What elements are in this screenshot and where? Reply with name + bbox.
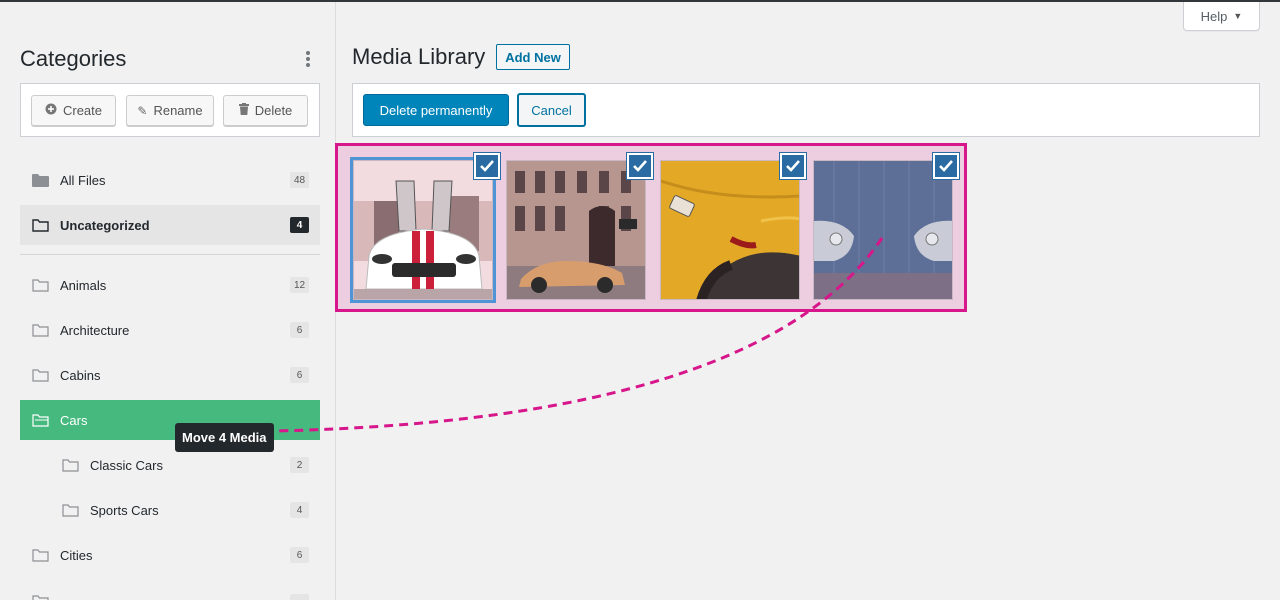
selected-check-icon[interactable]	[780, 153, 806, 179]
help-tab[interactable]: Help ▼	[1183, 2, 1260, 31]
folder-label: Cabins	[60, 367, 101, 383]
folder-partial[interactable]	[20, 580, 320, 600]
media-item-yellow-classic-car[interactable]	[660, 160, 800, 300]
folder-actions: Create ✎ Rename Delete	[20, 83, 320, 137]
more-options-icon[interactable]	[300, 49, 316, 69]
folder-classic-cars[interactable]: Classic Cars 2	[20, 445, 320, 485]
delete-folder-button[interactable]: Delete	[223, 95, 308, 126]
folder-animals[interactable]: Animals 12	[20, 265, 320, 305]
folder-label: Architecture	[60, 322, 130, 338]
folder-icon	[32, 595, 49, 600]
plus-circle-icon	[45, 103, 57, 118]
rename-label: Rename	[153, 103, 203, 118]
folder-icon	[32, 279, 49, 292]
folder-label: Sports Cars	[90, 502, 159, 518]
create-folder-button[interactable]: Create	[31, 95, 116, 126]
folder-count-badge: 6	[290, 367, 309, 383]
twin-classic-cars-photo	[814, 161, 952, 299]
folder-icon	[32, 549, 49, 562]
folder-filled-icon	[32, 174, 49, 187]
folder-icon	[32, 219, 49, 232]
add-new-button[interactable]: Add New	[496, 44, 570, 70]
categories-title: Categories	[20, 46, 127, 71]
page-title: Media Library	[352, 44, 486, 69]
folder-uncategorized[interactable]: Uncategorized 4	[20, 205, 320, 245]
cancel-button[interactable]: Cancel	[517, 93, 586, 127]
folder-count-badge: 48	[290, 172, 309, 188]
drag-tooltip: Move 4 Media	[175, 423, 274, 452]
pencil-icon: ✎	[137, 103, 148, 118]
folder-divider	[20, 254, 320, 255]
selected-check-icon[interactable]	[933, 153, 959, 179]
folder-count-badge	[290, 594, 309, 600]
folder-icon	[32, 369, 49, 382]
folder-label: All Files	[60, 172, 106, 188]
delete-permanently-button[interactable]: Delete permanently	[363, 94, 509, 126]
selected-check-icon[interactable]	[627, 153, 653, 179]
folder-count-badge: 2	[290, 457, 309, 473]
media-item-orange-supercar[interactable]	[506, 160, 646, 300]
folder-count-badge: 6	[290, 322, 309, 338]
folder-all-files[interactable]: All Files 48	[20, 160, 320, 200]
folder-label: Classic Cars	[90, 457, 163, 473]
folder-icon	[32, 324, 49, 337]
folder-cities[interactable]: Cities 6	[20, 535, 320, 575]
folder-label: Animals	[60, 277, 107, 293]
folder-icon	[62, 459, 79, 472]
orange-supercar-street-photo	[507, 161, 645, 299]
media-item-twin-classic-cars[interactable]	[813, 160, 953, 300]
delete-label: Delete	[254, 103, 293, 118]
folder-icon	[62, 504, 79, 517]
folder-label: Cities	[60, 547, 93, 563]
media-item-white-sports-car[interactable]	[350, 157, 496, 303]
bulk-toolbar: Delete permanently Cancel	[352, 83, 1260, 137]
trash-icon	[238, 103, 249, 118]
folder-count-badge: 12	[290, 277, 309, 293]
help-label: Help	[1200, 8, 1228, 24]
create-label: Create	[62, 103, 103, 118]
folder-count-badge: 4	[290, 217, 309, 233]
folder-count-badge: 4	[290, 502, 309, 518]
folder-count-badge: 6	[290, 547, 309, 563]
folder-cabins[interactable]: Cabins 6	[20, 355, 320, 395]
folder-label: Cars	[60, 412, 88, 428]
folder-architecture[interactable]: Architecture 6	[20, 310, 320, 350]
folder-open-icon	[32, 414, 49, 427]
yellow-classic-car-photo	[661, 161, 799, 299]
selected-check-icon[interactable]	[474, 153, 500, 179]
folder-cars[interactable]: Cars	[20, 400, 320, 440]
folder-sports-cars[interactable]: Sports Cars 4	[20, 490, 320, 530]
white-sports-car-photo	[354, 161, 492, 299]
caret-down-icon: ▼	[1233, 11, 1243, 21]
folder-label: Uncategorized	[60, 217, 150, 233]
rename-folder-button[interactable]: ✎ Rename	[126, 95, 214, 126]
